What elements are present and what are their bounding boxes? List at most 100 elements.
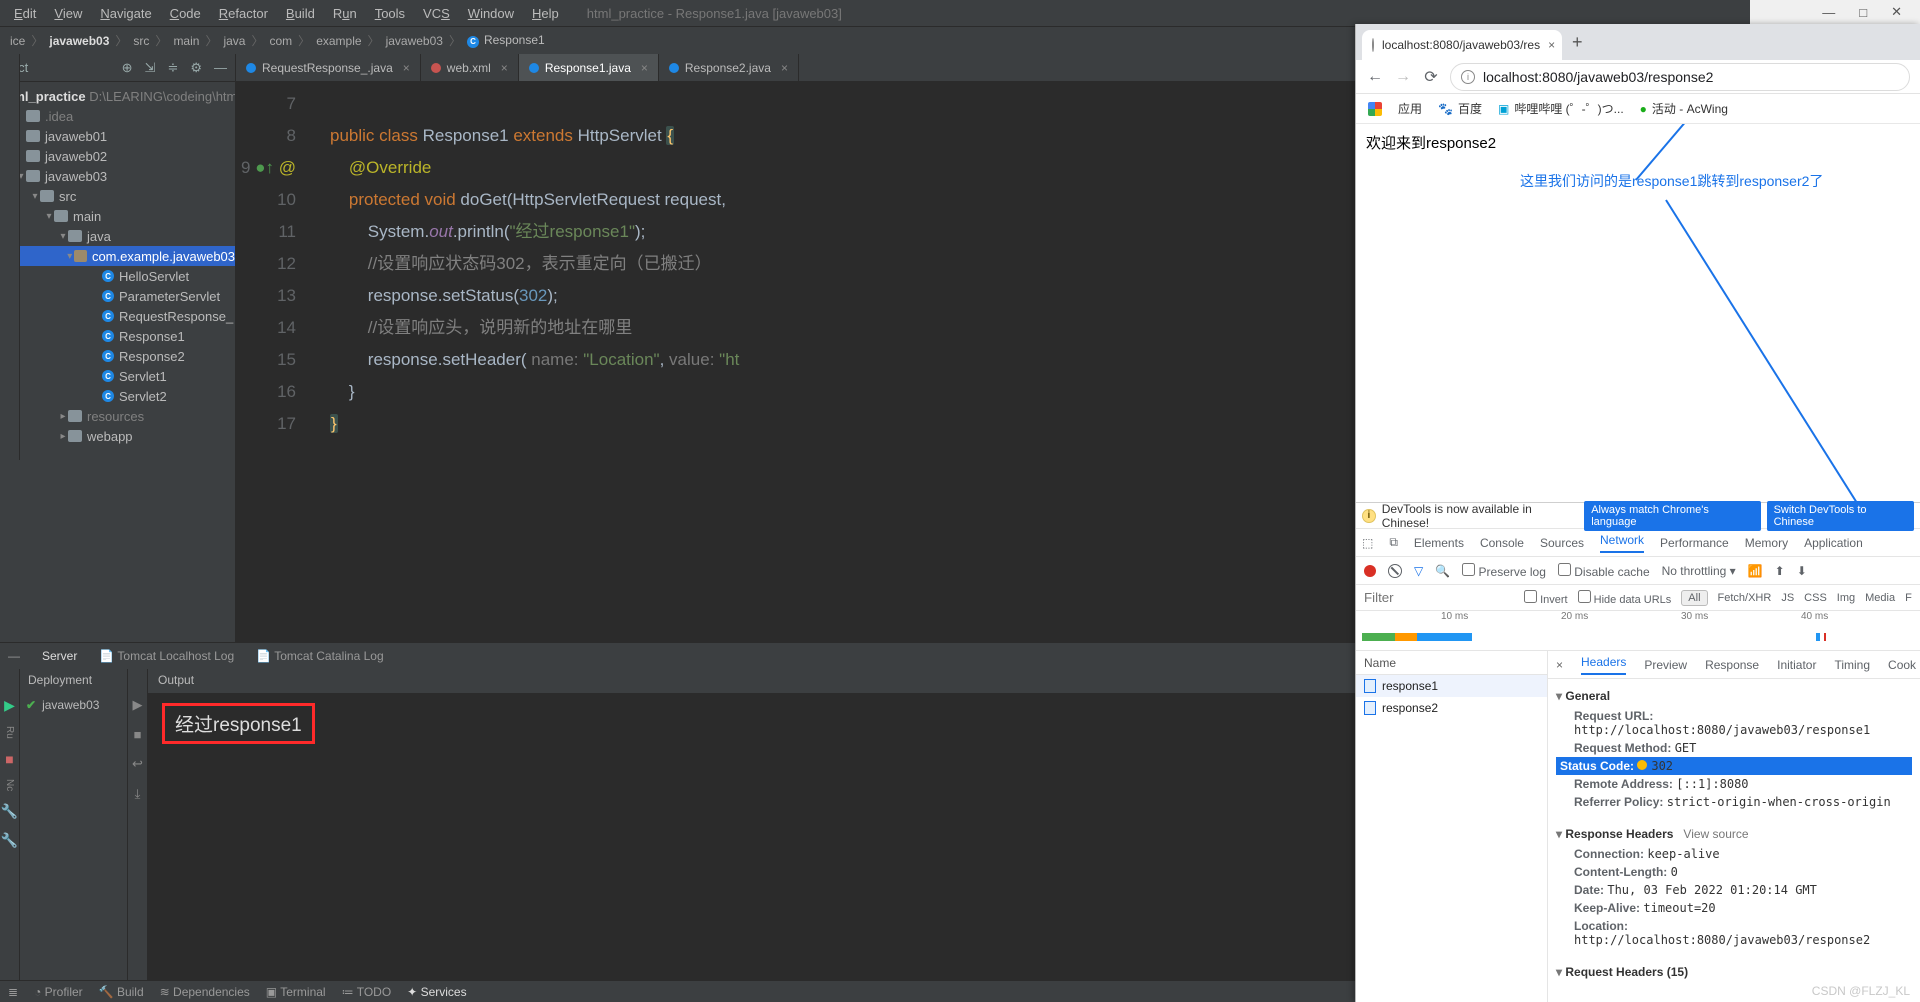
- net-row[interactable]: response2: [1356, 697, 1547, 719]
- services-tab-server[interactable]: Server: [42, 649, 77, 663]
- tab-close-icon[interactable]: ×: [403, 61, 410, 75]
- crumb[interactable]: main: [169, 34, 203, 48]
- menu-edit[interactable]: Edit: [6, 4, 44, 23]
- tree-row[interactable]: javaweb01: [0, 126, 235, 146]
- crumb[interactable]: javaweb03: [45, 34, 113, 48]
- expand-icon[interactable]: ⇲: [145, 60, 156, 76]
- detail-close-icon[interactable]: ×: [1556, 658, 1563, 672]
- record-icon[interactable]: [1364, 565, 1376, 577]
- status-todo[interactable]: ≔ TODO: [342, 985, 392, 999]
- tree-row[interactable]: CServlet1: [0, 366, 235, 386]
- filter-chip[interactable]: Img: [1837, 592, 1855, 604]
- editor-tab[interactable]: RequestResponse_.java×: [236, 54, 421, 81]
- banner-switch-button[interactable]: Switch DevTools to Chinese: [1767, 501, 1914, 531]
- bookmark-baidu[interactable]: 🐾百度: [1438, 100, 1482, 117]
- tab-close-icon[interactable]: ×: [501, 61, 508, 75]
- download-icon[interactable]: ⬇: [1797, 564, 1807, 578]
- dt-tab[interactable]: Performance: [1660, 536, 1729, 550]
- apps-icon[interactable]: [1368, 102, 1382, 116]
- chrome-tab[interactable]: localhost:8080/javaweb03/res ×: [1362, 30, 1562, 60]
- tab-close-icon[interactable]: ×: [781, 61, 788, 75]
- detail-tab[interactable]: Response: [1705, 658, 1759, 672]
- menu-build[interactable]: Build: [278, 4, 323, 23]
- menu-code[interactable]: Code: [162, 4, 209, 23]
- bookmark-bilibili[interactable]: ▣哔哩哔哩 (゜-゜)つ...: [1498, 100, 1624, 117]
- crumb[interactable]: javaweb03: [382, 34, 447, 48]
- tree-row[interactable]: CResponse1: [0, 326, 235, 346]
- services-tab-catalina[interactable]: 📄 Tomcat Catalina Log: [256, 649, 383, 663]
- target-icon[interactable]: ⊕: [122, 60, 133, 76]
- preserve-log-checkbox[interactable]: Preserve log: [1462, 563, 1546, 579]
- tree-row[interactable]: ▾java: [0, 226, 235, 246]
- stop-icon[interactable]: ■: [5, 751, 13, 767]
- hide-icon[interactable]: —: [214, 60, 227, 75]
- bookmark-acwing[interactable]: ●活动 - AcWing: [1640, 100, 1728, 117]
- tree-row[interactable]: ▸webapp: [0, 426, 235, 446]
- status-dep[interactable]: ≋ Dependencies: [160, 985, 250, 999]
- banner-match-button[interactable]: Always match Chrome's language: [1584, 501, 1760, 531]
- menu-help[interactable]: Help: [524, 4, 567, 23]
- chrome-tab-close-icon[interactable]: ×: [1548, 38, 1555, 52]
- search-icon[interactable]: 🔍: [1435, 564, 1450, 578]
- tab-close-icon[interactable]: ×: [641, 61, 648, 75]
- upload-icon[interactable]: ⬆: [1775, 564, 1785, 578]
- crumb[interactable]: java: [219, 34, 249, 48]
- menu-run[interactable]: Run: [325, 4, 365, 23]
- crumb[interactable]: example: [312, 34, 365, 48]
- tree-row[interactable]: CParameterServlet: [0, 286, 235, 306]
- tree-row[interactable]: ▾javaweb03: [0, 166, 235, 186]
- tree-row[interactable]: .idea: [0, 106, 235, 126]
- editor-tab[interactable]: Response2.java×: [659, 54, 799, 81]
- detail-tab-active[interactable]: Headers: [1581, 655, 1626, 675]
- status-build[interactable]: 🔨 Build: [99, 985, 144, 999]
- filter-chip[interactable]: Fetch/XHR: [1718, 592, 1772, 604]
- section-title[interactable]: Request Headers (15): [1556, 961, 1912, 983]
- invert-checkbox[interactable]: Invert: [1524, 590, 1568, 606]
- filter-chip[interactable]: CSS: [1804, 592, 1827, 604]
- status-svc[interactable]: ✦ Services: [407, 985, 466, 999]
- dt-tab[interactable]: Elements: [1414, 536, 1464, 550]
- status-term[interactable]: ▣ Terminal: [266, 985, 326, 999]
- tree-row[interactable]: javaweb02: [0, 146, 235, 166]
- tree-row[interactable]: ▸resources: [0, 406, 235, 426]
- menu-tools[interactable]: Tools: [367, 4, 413, 23]
- tree-row[interactable]: ▾com.example.javaweb03: [0, 246, 235, 266]
- dt-tab[interactable]: Memory: [1745, 536, 1788, 550]
- detail-tab[interactable]: Timing: [1834, 658, 1870, 672]
- tool-icon[interactable]: 🔧: [1, 803, 18, 820]
- tree-row[interactable]: ▾src: [0, 186, 235, 206]
- os-min-icon[interactable]: —: [1822, 5, 1835, 20]
- scroll-icon[interactable]: ⤓: [135, 786, 141, 802]
- crumb[interactable]: com: [266, 34, 297, 48]
- device-icon[interactable]: ⧉: [1389, 535, 1398, 550]
- forward-icon[interactable]: →: [1394, 68, 1412, 86]
- filter-chip[interactable]: F: [1905, 592, 1912, 604]
- wifi-icon[interactable]: 📶: [1748, 564, 1763, 578]
- net-row[interactable]: response1: [1356, 675, 1547, 697]
- stop2-icon[interactable]: ■: [134, 727, 142, 742]
- editor-tab[interactable]: web.xml×: [421, 54, 519, 81]
- tree-row[interactable]: CRequestResponse_: [0, 306, 235, 326]
- menu-window[interactable]: Window: [460, 4, 522, 23]
- tree-row[interactable]: CServlet2: [0, 386, 235, 406]
- hide-urls-checkbox[interactable]: Hide data URLs: [1578, 590, 1672, 606]
- debug-icon[interactable]: ▶: [4, 697, 15, 714]
- tree-row[interactable]: ▾main: [0, 206, 235, 226]
- filter-icon[interactable]: ▽: [1414, 564, 1423, 578]
- os-max-icon[interactable]: □: [1859, 5, 1867, 20]
- dt-tab[interactable]: Sources: [1540, 536, 1584, 550]
- gear-icon[interactable]: ⚙: [190, 60, 202, 76]
- soft-wrap-icon[interactable]: ↩: [132, 756, 143, 772]
- services-tab-tclog[interactable]: 📄 Tomcat Localhost Log: [99, 649, 234, 663]
- project-tree[interactable]: ▾tml_practice D:\LEARING\codeing\html_ .…: [0, 82, 235, 450]
- detail-tab[interactable]: Preview: [1644, 658, 1687, 672]
- tool-icon2[interactable]: 🔧: [1, 832, 18, 849]
- crumb[interactable]: CResponse1: [463, 33, 549, 48]
- editor-tab-active[interactable]: Response1.java×: [519, 54, 659, 81]
- tree-row[interactable]: CHelloServlet: [0, 266, 235, 286]
- site-info-icon[interactable]: i: [1461, 70, 1475, 84]
- filter-chip[interactable]: Media: [1865, 592, 1895, 604]
- status-profiler[interactable]: ◔ Profiler: [34, 985, 83, 999]
- crumb[interactable]: ice: [6, 34, 29, 48]
- filter-input[interactable]: [1364, 590, 1514, 605]
